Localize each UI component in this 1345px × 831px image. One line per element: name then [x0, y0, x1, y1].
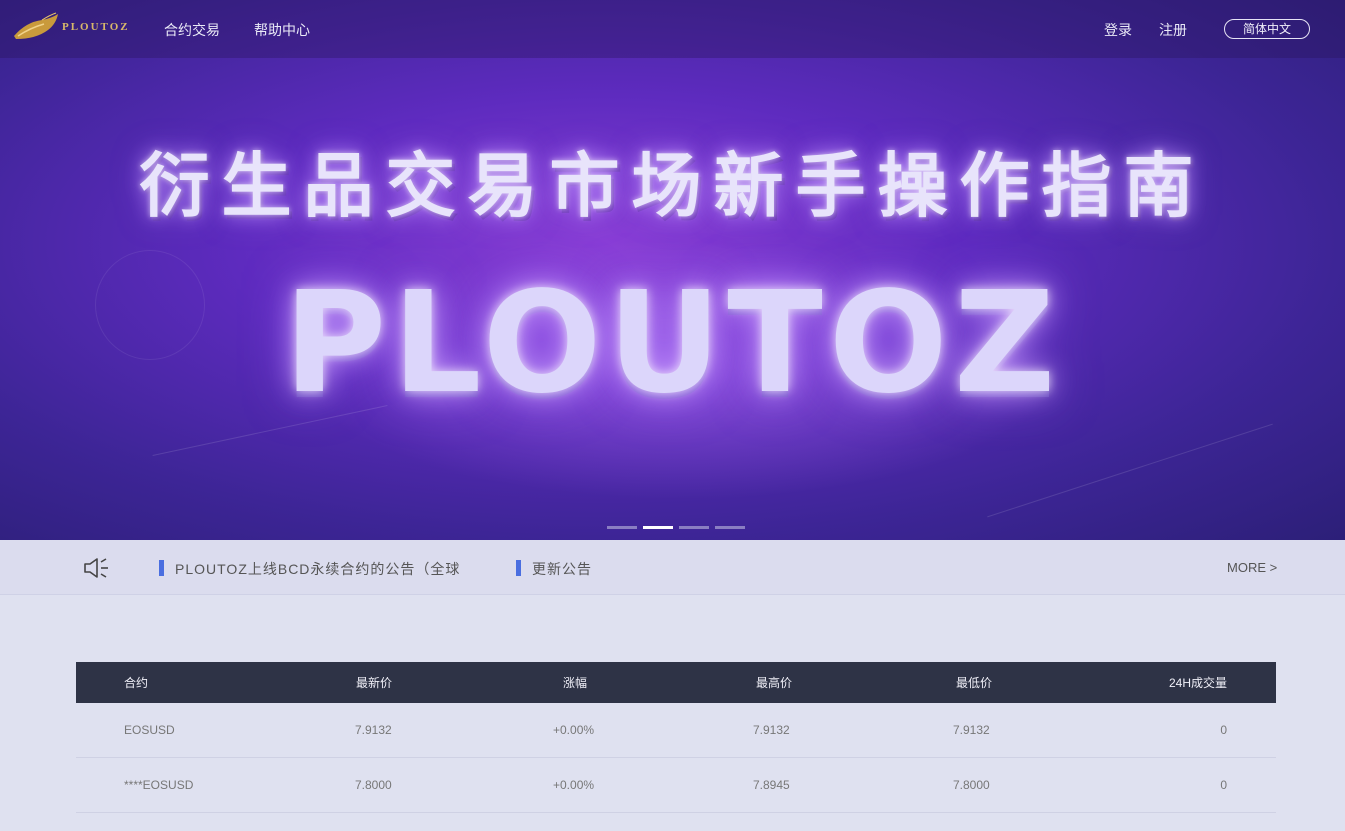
carousel-dot[interactable]: [607, 526, 637, 529]
cell-change: +0.00%: [553, 723, 595, 737]
carousel-dot[interactable]: [715, 526, 745, 529]
notice-marker: [159, 560, 164, 576]
nav-help-center[interactable]: 帮助中心: [254, 20, 310, 40]
cell-contract: ****EOSUSD: [124, 778, 194, 792]
carousel-dot[interactable]: [679, 526, 709, 529]
login-link[interactable]: 登录: [1104, 20, 1132, 40]
table-header: 合约 最新价 涨幅 最高价 最低价 24H成交量: [76, 662, 1276, 703]
table-row[interactable]: ****EOSUSD 7.8000 +0.00% 7.8945 7.8000 0: [76, 758, 1276, 813]
table-row[interactable]: EOSUSD 7.9132 +0.00% 7.9132 7.9132 0: [76, 703, 1276, 758]
carousel-dot-active[interactable]: [643, 526, 673, 529]
cell-contract: EOSUSD: [124, 723, 175, 737]
brand-name: PLOUTOZ: [62, 21, 130, 33]
banner-title: 衍生品交易市场新手操作指南: [139, 145, 1206, 227]
header-last-price: 最新价: [356, 676, 393, 690]
carousel-indicators: [607, 526, 745, 529]
notice-link[interactable]: PLOUTOZ上线BCD永续合约的公告（全球: [175, 559, 460, 579]
cell-volume: 0: [1220, 723, 1227, 737]
speaker-icon: [84, 558, 108, 578]
cell-change: +0.00%: [553, 778, 595, 792]
header-high: 最高价: [756, 676, 793, 690]
header-contract: 合约: [124, 676, 149, 690]
brand-logo[interactable]: PLOUTOZ: [12, 12, 130, 42]
notice-link[interactable]: 更新公告: [532, 559, 592, 579]
header-volume: 24H成交量: [1168, 676, 1227, 690]
header-low: 最低价: [956, 676, 993, 690]
cell-volume: 0: [1220, 778, 1227, 792]
header-change: 涨幅: [563, 676, 588, 690]
cell-last-price: 7.9132: [355, 723, 392, 737]
cell-last-price: 7.8000: [355, 778, 392, 792]
language-selector[interactable]: 简体中文: [1224, 19, 1310, 39]
cell-low: 7.8000: [953, 778, 990, 792]
announcement-bar: PLOUTOZ上线BCD永续合约的公告（全球 更新公告 MORE >: [0, 540, 1345, 595]
cell-high: 7.9132: [753, 723, 790, 737]
cornucopia-icon: [14, 12, 58, 39]
banner-wire: [987, 423, 1273, 518]
hero-banner[interactable]: 衍生品交易市场新手操作指南 PLOUTOZ: [0, 0, 1345, 540]
banner-logo-text: PLOUTOZ: [283, 262, 1062, 425]
top-nav: PLOUTOZ 合约交易 帮助中心 登录 注册 简体中文: [0, 0, 1345, 58]
nav-contract-trading[interactable]: 合约交易: [164, 20, 220, 40]
cell-low: 7.9132: [953, 723, 990, 737]
more-notices-link[interactable]: MORE >: [1227, 560, 1277, 575]
cell-high: 7.8945: [753, 778, 790, 792]
market-table: 合约 最新价 涨幅 最高价 最低价 24H成交量 EOSUSD 7.9132 +…: [76, 662, 1276, 813]
register-link[interactable]: 注册: [1159, 20, 1187, 40]
notice-marker: [516, 560, 521, 576]
